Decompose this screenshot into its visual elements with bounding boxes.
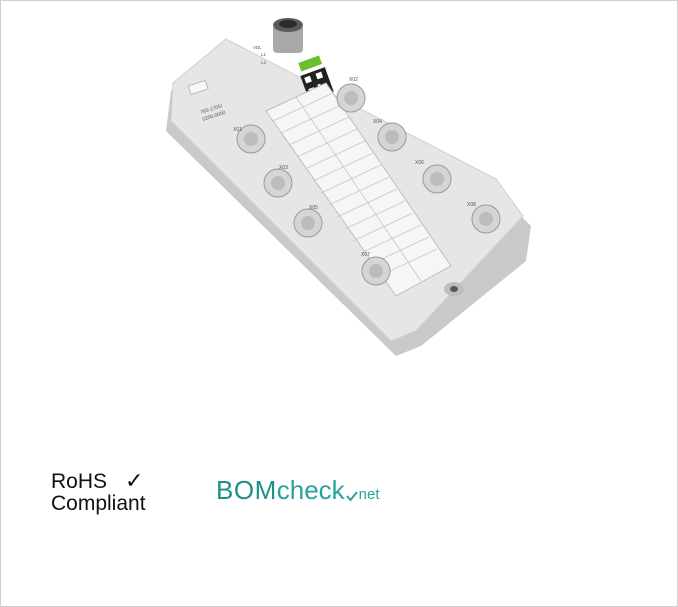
port-x08: [471, 204, 501, 234]
mounting-hole: [444, 282, 464, 296]
port-label-x03: X03: [279, 165, 288, 171]
port-x06: [422, 164, 452, 194]
port-label-x08: X08: [467, 202, 476, 208]
image-frame: 765-1705/ 0200-0000 X01 X02 X03 X04 X05 …: [0, 0, 678, 607]
bomcheck-main-text: BOM: [216, 475, 277, 505]
indicator-l1: L1: [261, 52, 267, 57]
rohs-label: RoHS: [51, 470, 108, 493]
port-x03: [263, 168, 293, 198]
port-x02: [336, 83, 366, 113]
product-image: 765-1705/ 0200-0000 X01 X02 X03 X04 X05 …: [166, 18, 531, 356]
indicator-l2: L2: [261, 60, 267, 65]
brand-logo: [298, 55, 323, 72]
bomcheck-check-icon: [345, 491, 358, 502]
port-label-x07: X07: [361, 252, 370, 258]
port-label-x06: X06: [415, 160, 424, 166]
port-label-x05: X05: [309, 205, 318, 211]
port-x05: [293, 208, 323, 238]
bomcheck-suffix-text: net: [358, 486, 380, 503]
checkmark-icon: ✓: [125, 469, 144, 494]
bomcheck-logo: BOM check net: [216, 475, 380, 506]
bomcheck-secondary-text: check: [276, 475, 345, 505]
port-x04: [377, 122, 407, 152]
port-label-x02: X02: [349, 77, 358, 83]
indicator-vdl: VDL: [253, 45, 262, 50]
port-label-x01: X01: [233, 127, 242, 133]
rohs-compliant-badge: RoHS ✓ Compliant: [51, 471, 146, 515]
port-label-x04: X04: [373, 119, 382, 125]
port-x07: [361, 256, 391, 286]
rohs-compliant-label: Compliant: [51, 492, 146, 515]
m12-connector: [273, 18, 303, 53]
